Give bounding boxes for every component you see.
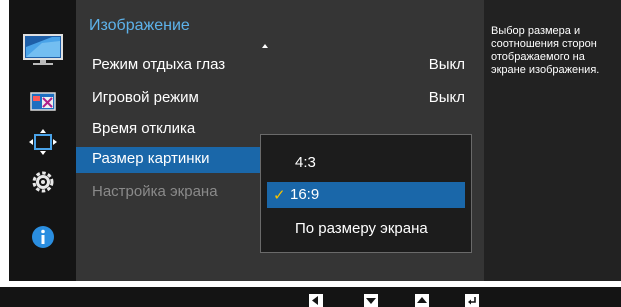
left-arrow-icon: [312, 296, 318, 305]
up-arrow-button[interactable]: [415, 294, 429, 307]
checkmark-icon: ✓: [273, 187, 286, 204]
option-label: 4:3: [295, 154, 316, 171]
help-panel: Выбор размера и соотношения сторон отобр…: [484, 0, 621, 281]
sidebar-item-screen-size[interactable]: [9, 124, 76, 160]
picture-size-submenu: 4:3 ✓ 16:9 По размеру экрана: [260, 134, 472, 253]
option-label: 16:9: [290, 186, 320, 203]
menu-item-eye-saver[interactable]: Режим отдыха глаз Выкл: [76, 53, 484, 79]
menu-item-picture-size[interactable]: Размер картинки: [76, 147, 268, 173]
category-sidebar: [9, 0, 76, 281]
picture-icon: [22, 34, 63, 65]
enter-button[interactable]: [465, 294, 479, 307]
menu-title: Изображение: [89, 17, 190, 34]
sidebar-item-picture[interactable]: [9, 32, 76, 68]
enter-icon: [468, 296, 476, 304]
info-icon: [31, 226, 54, 248]
scroll-up-icon: [262, 44, 268, 48]
option-4-3[interactable]: 4:3: [261, 150, 471, 176]
menu-item-game-mode[interactable]: Игровой режим Выкл: [76, 86, 484, 112]
menu-item-label: Время отклика: [92, 120, 196, 137]
down-arrow-icon: [366, 298, 376, 304]
sidebar-item-system[interactable]: [9, 164, 76, 200]
settings-icon: [32, 171, 53, 193]
menu-item-label: Игровой режим: [92, 89, 199, 106]
control-guide-bar: [0, 287, 621, 307]
screen-size-icon: [28, 129, 57, 155]
menu-item-label: Режим отдыха глаз: [92, 56, 226, 73]
option-16-9[interactable]: ✓ 16:9: [267, 182, 465, 208]
sidebar-item-information[interactable]: [9, 219, 76, 255]
help-text: Выбор размера и соотношения сторон отобр…: [491, 25, 600, 76]
menu-item-label: Настройка экрана: [92, 183, 218, 200]
down-arrow-button[interactable]: [364, 294, 378, 307]
color-icon: [29, 92, 56, 111]
option-label: По размеру экрана: [295, 220, 428, 237]
sidebar-item-color[interactable]: [9, 84, 76, 120]
up-arrow-icon: [417, 297, 427, 303]
menu-item-value: Выкл: [428, 56, 465, 73]
menu-item-value: Выкл: [428, 89, 465, 106]
left-arrow-button[interactable]: [309, 294, 323, 307]
menu-item-label: Размер картинки: [92, 150, 210, 167]
option-screen-fit[interactable]: По размеру экрана: [261, 216, 471, 242]
